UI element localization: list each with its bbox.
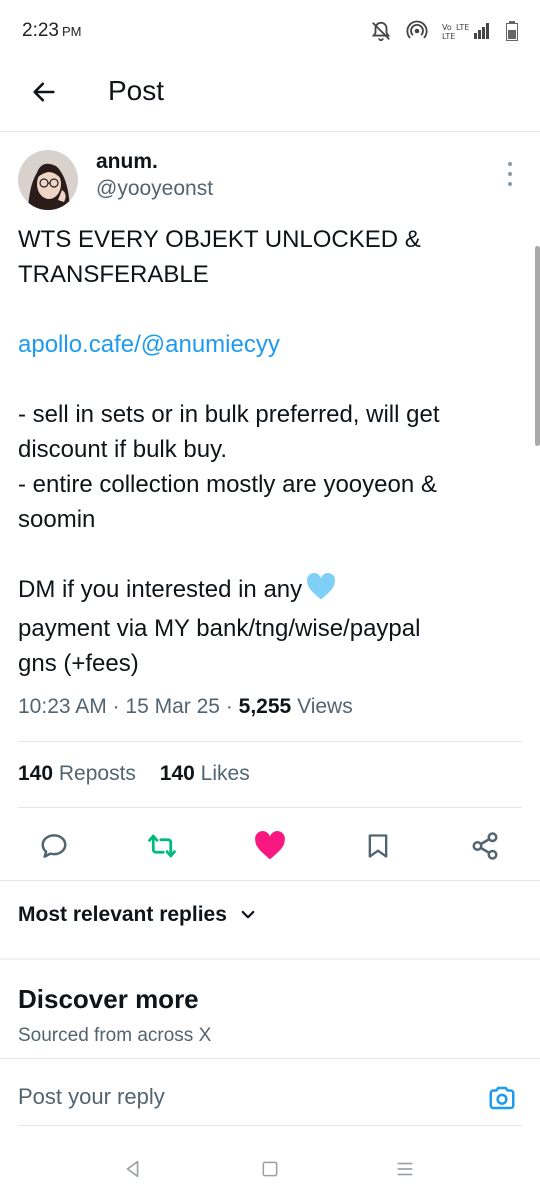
author-name[interactable]: anum.	[96, 150, 158, 174]
svg-text:LTE: LTE	[456, 23, 469, 32]
bookmark-icon	[368, 834, 388, 858]
post-line: discount if bulk buy.	[18, 436, 228, 463]
post-link[interactable]: apollo.cafe/@anumiecyy	[18, 327, 518, 362]
mute-bell-icon	[370, 20, 392, 47]
status-time-ampm: PM	[61, 24, 82, 39]
post-line: soomin	[18, 506, 96, 533]
status-icons: Vo LTE LTE	[370, 20, 518, 47]
divider	[0, 880, 540, 881]
nav-menu-icon	[397, 1162, 413, 1176]
post-line: - sell in sets or in bulk preferred, wil…	[18, 401, 440, 428]
avatar[interactable]	[18, 150, 78, 210]
svg-text:Vo: Vo	[442, 23, 452, 32]
post-gap	[18, 292, 518, 327]
author-handle[interactable]: @yooyeonst	[96, 177, 213, 201]
divider	[0, 1058, 540, 1059]
likes-count: 140	[159, 762, 195, 785]
post-meta: 10:23 AM · 15 Mar 25 · 5,255 Views	[18, 695, 353, 719]
camera-button[interactable]	[484, 1080, 520, 1116]
post-date: 15 Mar 25	[125, 695, 220, 718]
post-line: WTS EVERY OBJEKT UNLOCKED &	[18, 226, 421, 253]
meta-separator: ·	[225, 695, 233, 718]
scrollbar[interactable]	[535, 246, 540, 446]
more-dot	[508, 162, 512, 166]
post-text: WTS EVERY OBJEKT UNLOCKED & TRANSFERABLE…	[18, 222, 518, 681]
share-icon	[472, 832, 498, 860]
reply-button[interactable]	[36, 828, 72, 864]
repost-icon	[148, 834, 176, 858]
repost-button[interactable]	[144, 828, 180, 864]
section-separator	[0, 958, 540, 960]
reply-input[interactable]: Post your reply	[18, 1084, 165, 1110]
nav-back-icon	[126, 1160, 139, 1178]
reposts-label: Reposts	[58, 762, 136, 785]
camera-icon	[489, 1086, 515, 1110]
divider	[18, 807, 522, 808]
reposts-stat[interactable]: 140 Reposts	[18, 762, 136, 785]
volte-lte-signal-icon: Vo LTE LTE	[442, 21, 492, 46]
divider	[18, 1125, 522, 1126]
post-line: - entire collection mostly are yooyeon &	[18, 471, 437, 498]
status-time: 2:23 PM	[22, 20, 81, 42]
discover-title: Discover more	[18, 984, 199, 1014]
header: Post	[0, 62, 540, 132]
post-line: payment via MY bank/tng/wise/paypal	[18, 615, 421, 642]
replies-sort-label: Most relevant replies	[18, 903, 227, 926]
svg-text:LTE: LTE	[442, 32, 455, 41]
chevron-down-icon	[241, 910, 255, 919]
battery-icon	[506, 21, 518, 46]
action-bar	[0, 826, 540, 866]
nav-back-button[interactable]	[118, 1154, 148, 1184]
system-nav-bar	[0, 1140, 540, 1200]
views-count: 5,255	[238, 695, 292, 718]
reposts-count: 140	[18, 762, 54, 785]
like-button[interactable]	[252, 828, 288, 864]
meta-separator: ·	[112, 695, 120, 718]
nav-home-icon	[262, 1161, 278, 1177]
more-dot	[508, 172, 512, 176]
more-options-button[interactable]	[500, 162, 520, 186]
post-gap	[18, 362, 518, 397]
share-button[interactable]	[467, 828, 503, 864]
bookmark-button[interactable]	[360, 828, 396, 864]
more-dot	[508, 182, 512, 186]
post-time: 10:23 AM	[18, 695, 107, 718]
likes-stat[interactable]: 140 Likes	[160, 762, 250, 785]
post-stats: 140 Reposts 140 Likes	[18, 762, 268, 786]
post-line: DM if you interested in any	[18, 576, 303, 603]
replies-sort-dropdown[interactable]: Most relevant replies	[18, 903, 257, 927]
light-blue-heart-icon	[306, 572, 336, 611]
reply-icon	[41, 834, 67, 858]
divider	[18, 741, 522, 742]
status-bar: 2:23 PM Vo LTE LTE	[0, 0, 540, 62]
post-line-with-emoji: DM if you interested in any	[18, 572, 518, 611]
arrow-left-icon	[33, 82, 55, 102]
status-time-value: 2:23	[22, 20, 59, 41]
hotspot-icon	[406, 20, 428, 47]
views-label: Views	[297, 695, 353, 718]
heart-icon	[255, 831, 285, 860]
back-button[interactable]	[26, 74, 62, 110]
nav-menu-button[interactable]	[390, 1154, 420, 1184]
post-gap	[18, 537, 518, 572]
discover-subtitle: Sourced from across X	[18, 1025, 212, 1046]
post-line: TRANSFERABLE	[18, 261, 209, 288]
page-title: Post	[108, 75, 165, 106]
post-line: gns (+fees)	[18, 650, 139, 677]
likes-label: Likes	[200, 762, 250, 785]
nav-home-button[interactable]	[255, 1154, 285, 1184]
